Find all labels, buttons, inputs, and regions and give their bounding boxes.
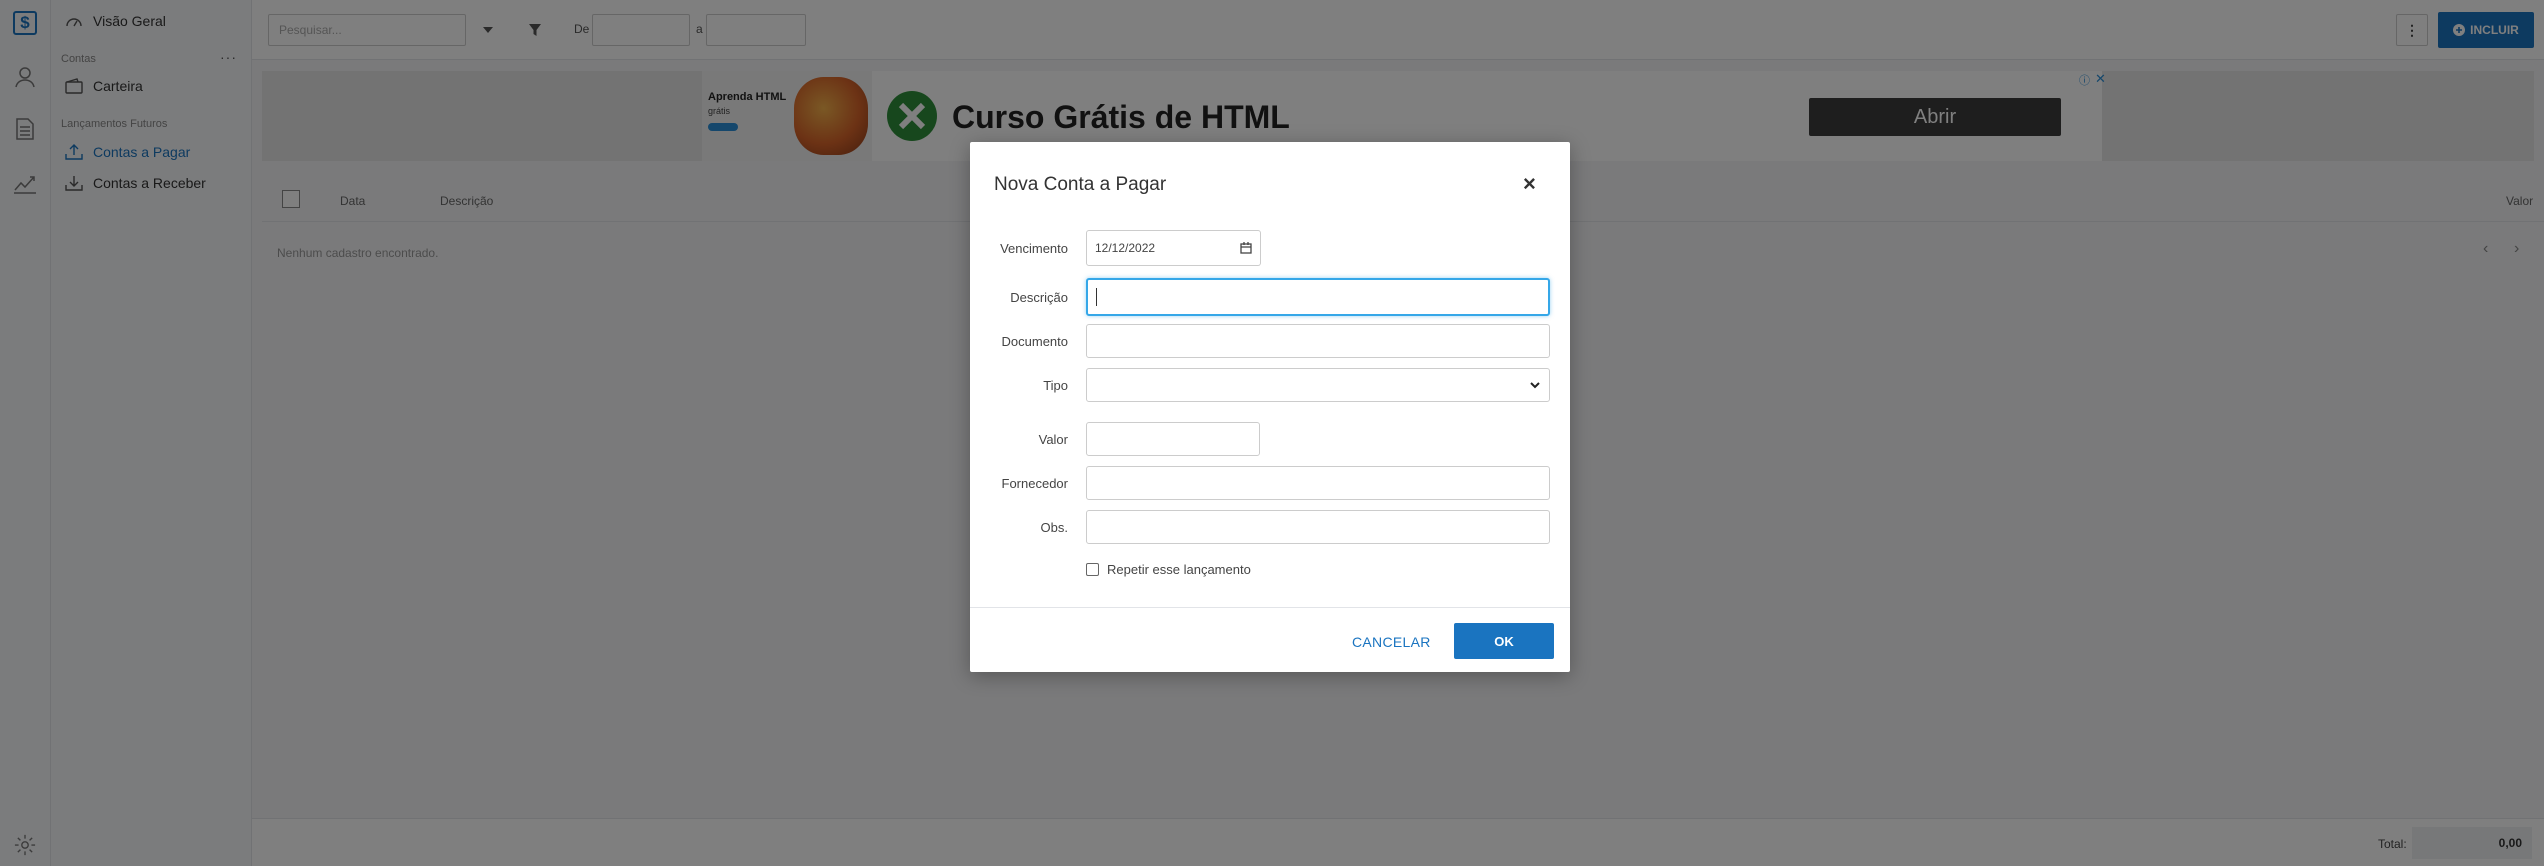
ok-button[interactable]: OK: [1454, 623, 1554, 659]
fornecedor-input[interactable]: [1086, 466, 1550, 500]
repeat-option[interactable]: Repetir esse lançamento: [1086, 562, 1251, 577]
obs-input[interactable]: [1086, 510, 1550, 544]
descricao-input[interactable]: [1086, 278, 1550, 316]
repeat-label: Repetir esse lançamento: [1107, 562, 1251, 577]
valor-input[interactable]: [1086, 422, 1260, 456]
calendar-icon: [1239, 242, 1252, 254]
repeat-checkbox[interactable]: [1086, 563, 1099, 576]
tipo-label: Tipo: [1043, 378, 1068, 393]
tipo-select[interactable]: [1086, 368, 1550, 402]
documento-input[interactable]: [1086, 324, 1550, 358]
close-icon[interactable]: ×: [1523, 171, 1536, 197]
valor-label: Valor: [1038, 432, 1068, 447]
fornecedor-label: Fornecedor: [1001, 476, 1068, 491]
modal-divider: [970, 607, 1570, 608]
modal-title: Nova Conta a Pagar: [994, 174, 1167, 195]
vencimento-label: Vencimento: [1000, 241, 1068, 256]
chevron-down-icon: [1530, 382, 1540, 389]
documento-label: Documento: [1001, 334, 1068, 349]
obs-label: Obs.: [1040, 520, 1068, 535]
cancel-button[interactable]: CANCELAR: [1352, 634, 1431, 650]
descricao-label: Descrição: [1010, 290, 1068, 305]
nova-conta-modal: Nova Conta a Pagar × Vencimento 12/12/20…: [970, 142, 1570, 672]
text-cursor: [1096, 288, 1097, 306]
vencimento-input[interactable]: 12/12/2022: [1086, 230, 1232, 266]
calendar-button[interactable]: [1231, 230, 1261, 266]
